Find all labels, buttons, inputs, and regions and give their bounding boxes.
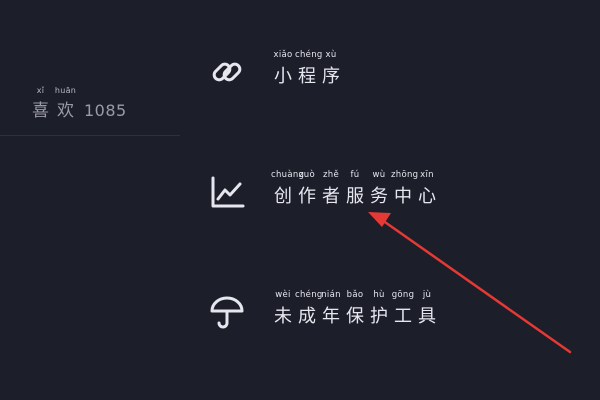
pinyin-syllable: jù	[422, 290, 432, 300]
likes-char: 欢	[57, 101, 74, 121]
menu-item-label: 未 成 年 保 护 工 具	[271, 302, 439, 328]
label-char: 小	[274, 66, 292, 87]
pinyin-syllable: gōng	[391, 290, 415, 300]
pinyin-syllable: nián	[321, 290, 341, 300]
menu-item-minor-protection[interactable]: wèi chéng nián bǎo hù gōng jù 未 成 年 保 护 …	[205, 290, 439, 334]
label-char: 服	[346, 186, 364, 207]
pinyin-syllable: hù	[373, 290, 385, 300]
label-char: 序	[322, 66, 340, 87]
pinyin-syllable: fú	[350, 170, 360, 180]
likes-count: 1085	[84, 101, 127, 120]
label-char: 务	[370, 186, 388, 207]
label-char: 护	[370, 306, 388, 327]
label-char: 年	[322, 306, 340, 327]
menu-item-mini-program[interactable]: xiǎo chéng xù 小 程 序	[205, 50, 343, 94]
pinyin-syllable: wèi	[275, 290, 291, 300]
pinyin-syllable: wù	[372, 170, 386, 180]
label-char: 未	[274, 306, 292, 327]
label-char: 保	[346, 306, 364, 327]
pinyin-syllable: bǎo	[346, 290, 364, 300]
umbrella-icon	[205, 290, 249, 334]
pinyin-syllable: zhōng	[391, 170, 419, 180]
menu-item-label: 创 作 者 服 务 中 心	[271, 182, 439, 208]
label-char: 具	[418, 306, 436, 327]
pinyin-syllable: zhě	[323, 170, 339, 180]
pinyin-syllable: xù	[325, 50, 337, 60]
label-char: 作	[298, 186, 316, 207]
pinyin-syllable: huān	[54, 86, 77, 95]
pinyin-syllable: chuàng	[271, 170, 305, 180]
label-char: 创	[274, 186, 292, 207]
pinyin-syllable: xiǎo	[273, 50, 293, 60]
likes-stat: xǐ huān 喜 欢 1085	[28, 86, 127, 121]
label-char: 中	[394, 186, 412, 207]
label-char: 工	[394, 306, 412, 327]
pinyin-syllable: xīn	[420, 170, 434, 180]
pinyin-syllable: xǐ	[36, 86, 45, 95]
chart-icon	[205, 170, 249, 214]
menu-item-label: 小 程 序	[271, 62, 343, 88]
likes-char: 喜	[32, 101, 49, 121]
menu-item-creator-center[interactable]: chuàng zuò zhě fú wù zhōng xīn 创 作 者 服 务…	[205, 170, 439, 214]
pinyin-syllable: chéng	[295, 50, 323, 60]
label-char: 者	[322, 186, 340, 207]
label-char: 心	[418, 186, 436, 207]
pinyin-syllable: chéng	[295, 290, 323, 300]
divider	[0, 135, 180, 136]
pinyin-syllable: zuò	[299, 170, 315, 180]
likes-pinyin: xǐ huān	[28, 86, 127, 96]
link-icon	[205, 50, 249, 94]
label-char: 程	[298, 66, 316, 87]
label-char: 成	[298, 306, 316, 327]
